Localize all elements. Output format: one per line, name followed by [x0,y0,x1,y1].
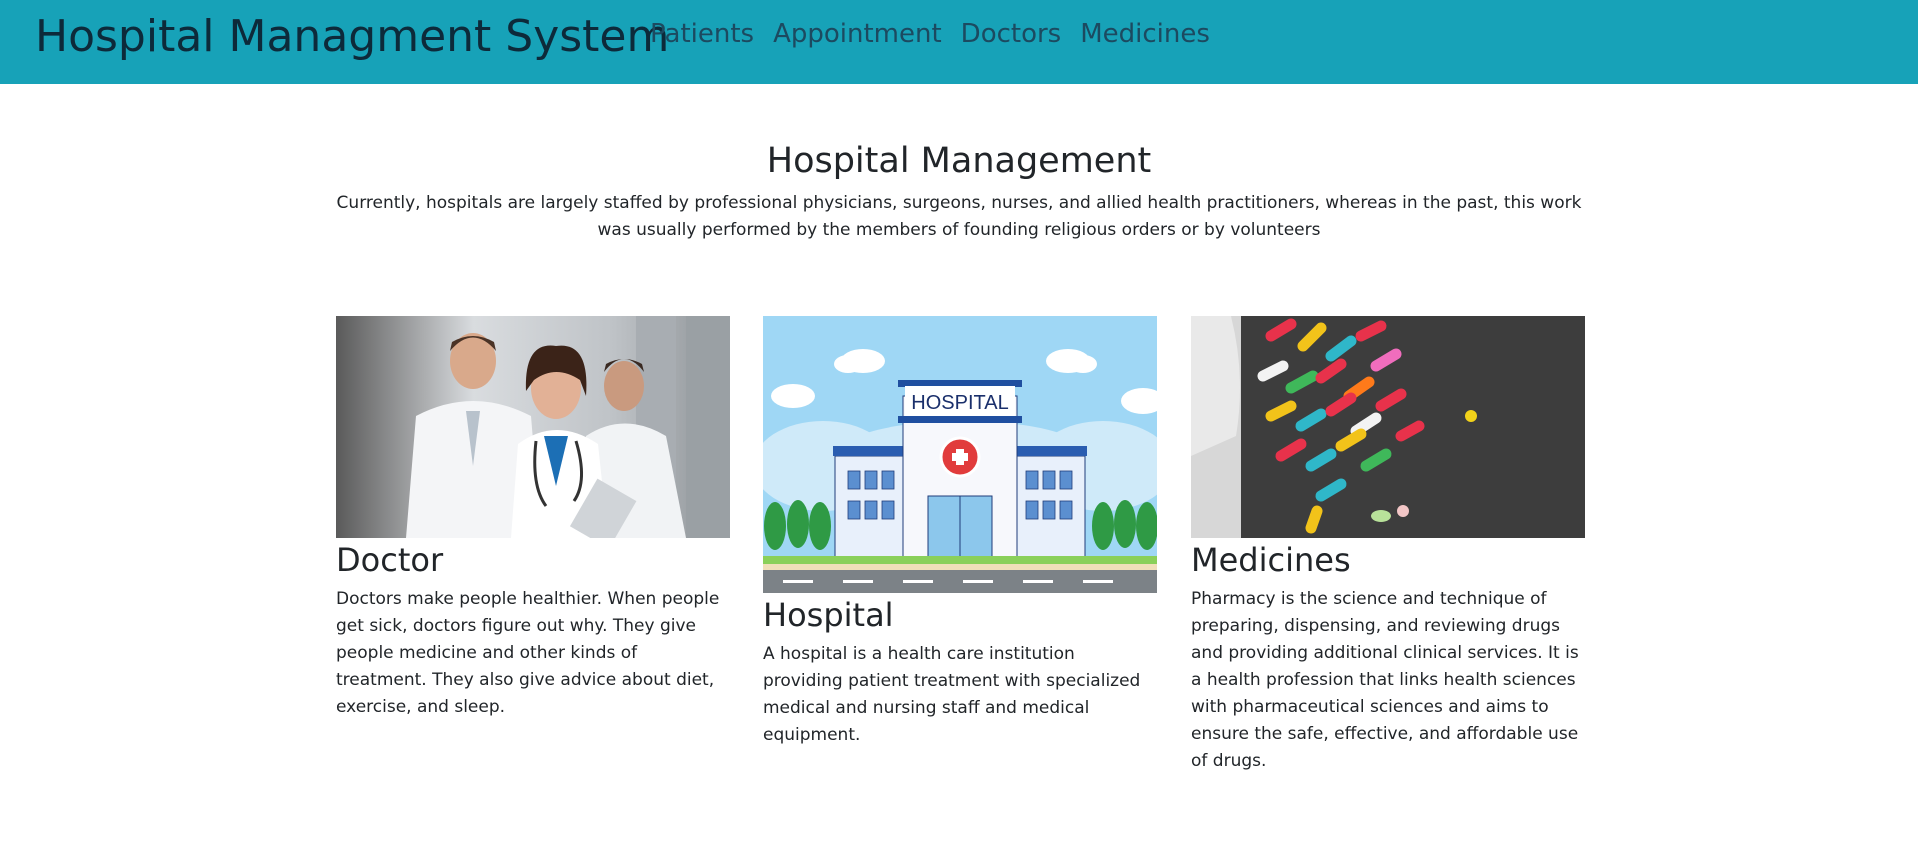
medicines-card: Medicines Pharmacy is the science and te… [1191,316,1585,775]
nav-link-medicines[interactable]: Medicines [1080,16,1210,52]
hospital-card-text: A hospital is a health care institution … [763,644,1141,745]
nav-link-doctors[interactable]: Doctors [961,16,1062,52]
doctor-card-title: Doctor [336,541,444,579]
doctor-card-text: Doctors make people healthier. When peop… [336,589,720,717]
hospital-image: HOSPITAL [763,316,1157,593]
page-intro-text: Currently, hospitals are largely staffed… [336,193,1582,240]
nav-link-appointment[interactable]: Appointment [773,16,942,52]
hospital-sign-text: HOSPITAL [911,392,1008,414]
hospital-card-title: Hospital [763,596,894,634]
doctor-image [336,316,730,538]
brand-link[interactable]: Hospital Managment System [35,8,669,66]
nav-links: Patients Appointment Doctors Medicines [650,16,1229,52]
page-title: Hospital Management [766,141,1152,181]
nav-link-patients[interactable]: Patients [650,16,754,52]
medicines-image [1191,316,1585,538]
hospital-card: HOSPITAL Hospital A hospital is a health… [763,316,1157,749]
navbar: Hospital Managment System Patients Appoi… [0,0,1918,84]
medicines-card-text: Pharmacy is the science and technique of… [1191,589,1579,771]
doctor-card: Doctor Doctors make people healthier. Wh… [336,316,730,721]
medicines-card-title: Medicines [1191,541,1351,579]
